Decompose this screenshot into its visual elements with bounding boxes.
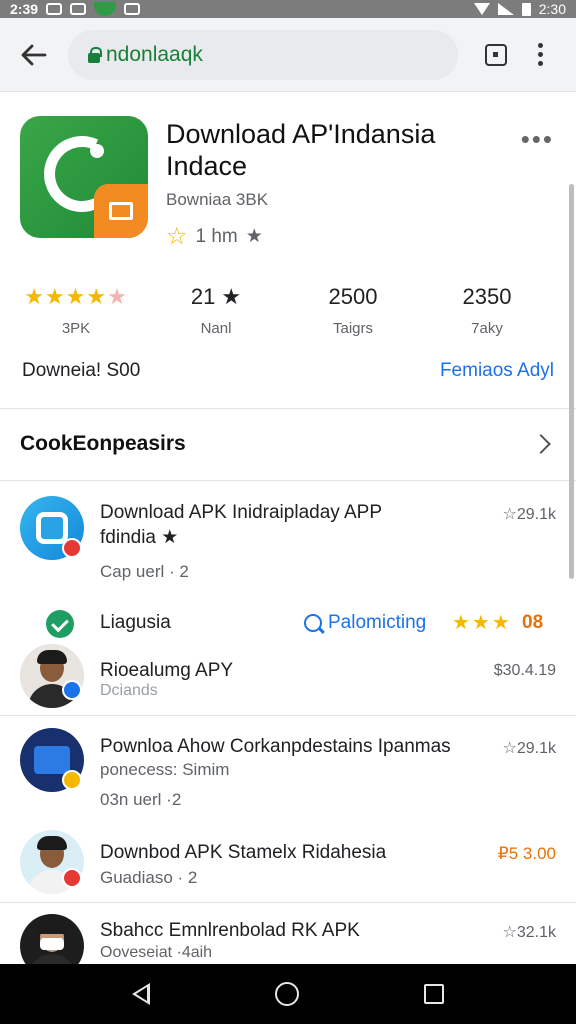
list-item[interactable]: Downbod APK Stamelx Ridahesia Guadiaso ·… (0, 826, 568, 898)
download-label: Downeia! S00 (22, 360, 141, 381)
section-title: CookEonpeasirs (20, 432, 186, 455)
item-title: Sbahcc Emnlrenbolad RK APK (100, 920, 360, 941)
status-bar: 2:39 2:30 (0, 0, 576, 18)
badge-icon (62, 770, 82, 790)
rating-stars: ★★★★★ (24, 284, 128, 309)
item-subtitle: Guadiaso · 2 (100, 868, 198, 887)
highlight-row[interactable]: Liagusia Palomicting ★★★ 08 (0, 606, 568, 642)
item-title: Download APK Inidraipladay APP (100, 502, 383, 523)
search-icon (304, 614, 322, 632)
scrollbar[interactable] (569, 184, 574, 579)
list-item[interactable]: Sbahcc Emnlrenbolad RK APK Ooveseiat ·4a… (0, 908, 568, 978)
item-title: Downbod APK Stamelx Ridahesia (100, 842, 387, 863)
app-header: Download AP'Indansia Indace Bowniaa 3BK … (0, 94, 576, 254)
item-subtitle: ponecess: Simim (100, 760, 230, 779)
item-subtitle: Cap uerl · 2 (100, 562, 189, 581)
list-item[interactable]: Rioealumg APY Dciands $30.4.19 (0, 642, 568, 714)
lock-icon (88, 46, 102, 63)
stat-downloads: 2500 Taigrs (310, 284, 396, 337)
item-meta-line: 03n uerl ·2 (100, 790, 182, 809)
url-text: ndonlaaqk (106, 42, 203, 66)
stat-label: 3PK (61, 320, 91, 337)
highlight-label: Liagusia (100, 612, 171, 633)
mail-badge-icon (94, 184, 148, 238)
nav-recents-icon[interactable] (423, 984, 444, 1004)
star-outline-icon: ☆ (166, 223, 188, 250)
rating-stars: ★★★ (452, 612, 512, 634)
check-circle-icon (46, 610, 74, 638)
item-subtitle: Dciands (100, 682, 158, 699)
notification-icon (70, 3, 87, 15)
item-subtitle: Ooveseiat ·4aih (100, 944, 213, 961)
download-row: Downeia! S00 Femiaos Adyl (22, 360, 554, 382)
app-title: Download AP'Indansia Indace (166, 119, 436, 181)
signal-icon (497, 3, 514, 15)
overflow-menu-button[interactable]: ••• (521, 124, 554, 155)
stat-reviews: 21 ★ Nanl (176, 284, 256, 337)
more-vert-icon (537, 43, 543, 48)
chevron-right-icon (531, 434, 551, 454)
item-meta: ☆32.1k (502, 924, 556, 941)
list-item[interactable]: Pownloa Ahow Corkanpdestains Ipanmas pon… (0, 724, 568, 820)
system-nav-bar (0, 964, 576, 1024)
rating-text: 1 hm (195, 225, 238, 247)
notification-icon (46, 3, 63, 15)
status-time: 2:39 (10, 1, 39, 17)
screen: 2:39 2:30 ndonlaaqk Download AP'Indansia… (0, 0, 576, 1024)
stat-label: Taigrs (332, 320, 373, 337)
stat-value: 2500 (328, 284, 378, 309)
item-price: ₽5 3.00 (497, 844, 556, 863)
divider (0, 902, 576, 903)
stat-rating: ★★★★★ 3PK (20, 284, 132, 337)
app-icon (20, 116, 148, 238)
item-title: Pownloa Ahow Corkanpdestains Ipanmas (100, 736, 451, 757)
app-notification-icon (94, 2, 117, 16)
section-header[interactable]: CookEonpeasirs (20, 408, 556, 480)
arrow-left-icon (21, 44, 47, 65)
browser-menu-button[interactable] (526, 35, 554, 75)
item-title-line2: fdindia ★ (100, 527, 179, 548)
stat-value: 21 ★ (190, 284, 242, 309)
stat-label: Nanl (200, 320, 232, 337)
battery-icon (521, 2, 531, 16)
status-clock: 2:30 (538, 1, 566, 17)
badge-icon (62, 538, 82, 558)
details-link[interactable]: Femiaos Adyl (440, 360, 554, 382)
app-rating: ☆ 1 hm ★ (166, 222, 263, 251)
wifi-icon (473, 3, 490, 15)
item-title: Rioealumg APY (100, 660, 234, 681)
nav-home-icon[interactable] (274, 982, 299, 1006)
rating-score: 08 (522, 612, 544, 633)
divider (0, 715, 576, 716)
item-meta: $30.4.19 (493, 662, 556, 679)
badge-icon (62, 868, 82, 888)
item-meta: ☆29.1k (502, 506, 556, 523)
tab-switcher-button[interactable] (476, 35, 516, 75)
nav-back-icon[interactable] (132, 983, 151, 1005)
stat-size: 2350 7aky (444, 284, 530, 337)
verified-badge-icon (62, 680, 82, 700)
tab-switcher-icon (485, 43, 507, 66)
stat-value: 2350 (462, 284, 512, 309)
browser-toolbar: ndonlaaqk (0, 18, 576, 92)
star-icon: ★ (245, 226, 263, 247)
app-developer: Bowniaa 3BK (166, 190, 269, 209)
promo-link[interactable]: Palomicting (304, 612, 426, 634)
divider (0, 480, 576, 481)
stat-label: 7aky (471, 320, 503, 337)
sd-card-icon (124, 3, 141, 15)
item-meta: ☆29.1k (502, 740, 556, 757)
address-bar[interactable]: ndonlaaqk (68, 29, 458, 80)
list-item[interactable]: Download APK Inidraipladay APP fdindia ★… (0, 490, 568, 602)
back-button[interactable] (14, 35, 54, 75)
